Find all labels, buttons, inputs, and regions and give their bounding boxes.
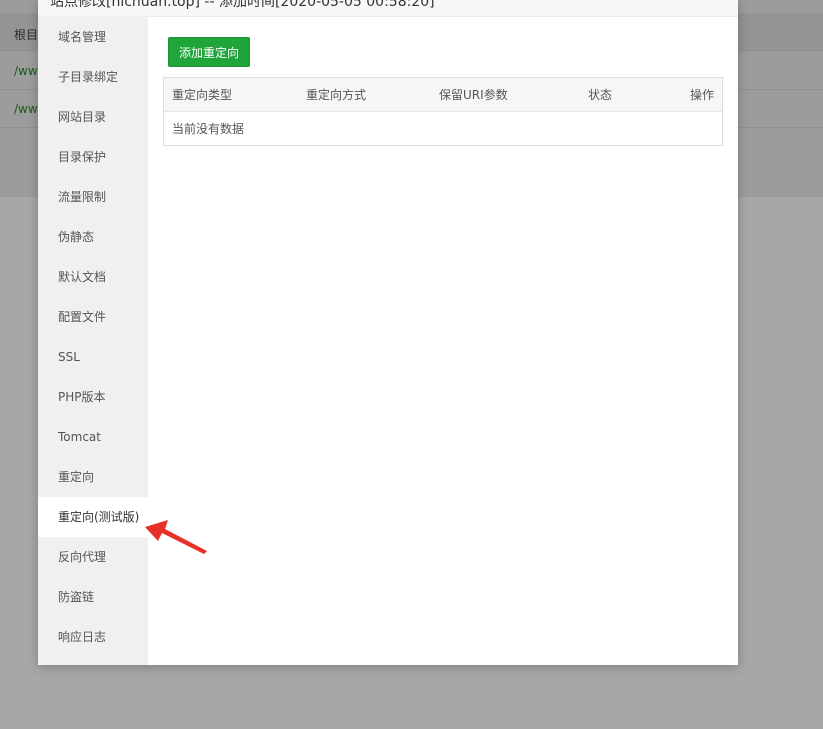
- sidebar-item-redirect[interactable]: 重定向: [38, 457, 148, 497]
- sidebar-item-site-directory[interactable]: 网站目录: [38, 97, 148, 137]
- sidebar-item-domain-management[interactable]: 域名管理: [38, 17, 148, 57]
- background-row-link[interactable]: /ww: [14, 64, 38, 78]
- redirect-table: 重定向类型 重定向方式 保留URI参数 状态 操作 当前没有数据: [163, 77, 723, 146]
- sidebar-item-subdirectory-binding[interactable]: 子目录绑定: [38, 57, 148, 97]
- sidebar-item-reverse-proxy[interactable]: 反向代理: [38, 537, 148, 577]
- sidebar-item-rewrite[interactable]: 伪静态: [38, 217, 148, 257]
- column-header-redirect-type: 重定向类型: [172, 88, 233, 102]
- redirect-table-header: 重定向类型 重定向方式 保留URI参数 状态 操作: [164, 78, 722, 112]
- background-header-label: 根目: [14, 28, 39, 42]
- table-empty-message: 当前没有数据: [172, 122, 245, 136]
- column-header-status: 状态: [588, 88, 613, 102]
- sidebar-item-redirect-beta[interactable]: 重定向(测试版): [38, 497, 148, 537]
- sidebar-item-traffic-limit[interactable]: 流量限制: [38, 177, 148, 217]
- modal-title: 站点修改[nichuan.top] -- 添加时间[2020-05-05 00:…: [50, 0, 435, 10]
- column-header-redirect-method: 重定向方式: [306, 88, 367, 102]
- sidebar-item-php-version[interactable]: PHP版本: [38, 377, 148, 417]
- modal-title-bar: 站点修改[nichuan.top] -- 添加时间[2020-05-05 00:…: [38, 0, 738, 17]
- add-redirect-button[interactable]: 添加重定向: [168, 37, 250, 67]
- sidebar-item-config-file[interactable]: 配置文件: [38, 297, 148, 337]
- redirect-content-panel: 添加重定向 重定向类型 重定向方式 保留URI参数 状态 操作 当前没有数据: [148, 17, 738, 665]
- column-header-actions: 操作: [689, 88, 714, 102]
- sidebar-item-directory-protection[interactable]: 目录保护: [38, 137, 148, 177]
- sidebar-item-default-document[interactable]: 默认文档: [38, 257, 148, 297]
- site-settings-modal: 站点修改[nichuan.top] -- 添加时间[2020-05-05 00:…: [38, 0, 738, 665]
- sidebar-item-ssl[interactable]: SSL: [38, 337, 148, 377]
- sidebar-item-response-log[interactable]: 响应日志: [38, 617, 148, 657]
- sidebar-item-hotlink-protection[interactable]: 防盗链: [38, 577, 148, 617]
- background-row-link[interactable]: /ww: [14, 102, 38, 116]
- sidebar-item-tomcat[interactable]: Tomcat: [38, 417, 148, 457]
- settings-sidebar: 域名管理 子目录绑定 网站目录 目录保护 流量限制 伪静态 默认文档 配置文件 …: [38, 17, 148, 665]
- column-header-keep-uri-params: 保留URI参数: [439, 88, 508, 102]
